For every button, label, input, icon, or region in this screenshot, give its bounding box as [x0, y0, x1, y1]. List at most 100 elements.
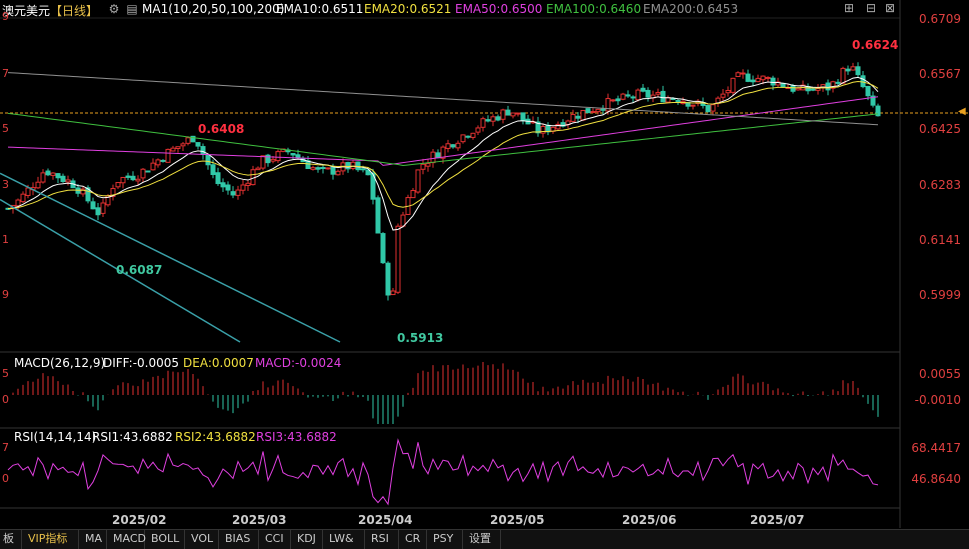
- candle-body: [45, 170, 51, 176]
- candle-body: [655, 92, 661, 95]
- left-tick: 7: [2, 67, 9, 80]
- ema50-label: EMA50:0.6500: [455, 2, 543, 16]
- high-annotation: 0.6624: [852, 38, 899, 52]
- candle-body: [310, 167, 316, 170]
- candle-body: [360, 168, 366, 171]
- candle-body: [855, 66, 861, 76]
- time-tick: 2025/04: [358, 513, 413, 527]
- candle-body: [350, 161, 356, 169]
- rsi-tick: 68.4417: [911, 441, 961, 455]
- candle-body: [515, 112, 521, 115]
- period-label[interactable]: 【日线】: [50, 2, 98, 19]
- candle-body: [100, 202, 106, 214]
- tab-psy[interactable]: PSY: [427, 530, 463, 549]
- candle-body: [375, 197, 381, 234]
- candle-body: [725, 90, 731, 94]
- candle-body: [485, 119, 491, 122]
- tab-macd[interactable]: MACD: [107, 530, 146, 549]
- tab-cci[interactable]: CCI: [259, 530, 291, 549]
- candle-body: [705, 105, 711, 113]
- candle-body: [210, 164, 216, 175]
- rsi-line: [7, 438, 879, 506]
- ema100-label: EMA100:0.6460: [546, 2, 642, 16]
- candle-body: [645, 89, 651, 98]
- candle-body: [145, 170, 151, 173]
- macd-left-tick: 5: [2, 367, 9, 380]
- left-tick: 9: [2, 10, 9, 23]
- candle-body: [385, 262, 391, 296]
- grid-icon[interactable]: ⊞: [843, 2, 855, 14]
- candle-body: [205, 154, 211, 166]
- candle-body: [840, 67, 846, 84]
- candle-body: [125, 175, 131, 178]
- candle-body: [335, 170, 341, 176]
- candle-body: [490, 116, 496, 122]
- candle-body: [505, 109, 511, 116]
- left-tick: 3: [2, 178, 9, 191]
- price-tick: 0.6283: [919, 178, 961, 192]
- candle-body: [290, 153, 296, 156]
- symbol-name: 澳元美元: [2, 4, 51, 18]
- candle-body: [815, 87, 821, 91]
- price-tick: 0.5999: [919, 288, 961, 302]
- tab-rsi[interactable]: RSI: [365, 530, 399, 549]
- time-tick: 2025/06: [622, 513, 677, 527]
- rsi1-value: RSI1:43.6882: [92, 430, 173, 444]
- candle-body: [740, 72, 746, 75]
- macd-tick: 0.0055: [919, 367, 961, 381]
- minimize-icon[interactable]: ⊟: [865, 2, 877, 14]
- candle-body: [625, 94, 631, 97]
- candle-body: [325, 167, 331, 170]
- price-tick: 0.6141: [919, 233, 961, 247]
- candle-body: [25, 187, 31, 196]
- tab-kdj[interactable]: KDJ: [291, 530, 323, 549]
- ma-indicator-icon[interactable]: ▤: [126, 3, 138, 15]
- candle-body: [590, 111, 596, 114]
- candle-body: [450, 144, 456, 148]
- rsi2-value: RSI2:43.6882: [175, 430, 256, 444]
- candle-body: [50, 172, 56, 176]
- macd-left-tick: 0: [2, 393, 9, 406]
- tab-cr[interactable]: CR: [399, 530, 427, 549]
- candle-body: [475, 127, 481, 133]
- macd-title: MACD(26,12,9): [14, 356, 106, 370]
- candle-body: [465, 135, 471, 138]
- candle-body: [770, 77, 776, 86]
- candle-body: [795, 87, 801, 91]
- candle-body: [710, 104, 716, 112]
- settings-icon[interactable]: ⚙: [108, 3, 120, 15]
- tab-bias[interactable]: BIAS: [219, 530, 259, 549]
- candle-body: [860, 75, 866, 88]
- tab-lw[interactable]: LW&: [323, 530, 365, 549]
- candle-body: [495, 116, 501, 121]
- tab-boll[interactable]: BOLL: [145, 530, 185, 549]
- candle-body: [275, 151, 281, 162]
- candle-body: [750, 79, 756, 83]
- candle-body: [170, 147, 176, 152]
- price-tick: 0.6709: [919, 12, 961, 26]
- macd-tick: -0.0010: [914, 393, 961, 407]
- ema20-label: EMA20:0.6521: [364, 2, 452, 16]
- candle-body: [235, 189, 241, 196]
- close-icon[interactable]: ⊠: [884, 2, 896, 14]
- candle-body: [115, 182, 121, 188]
- candle-body: [60, 175, 66, 183]
- tab-panel[interactable]: 板: [0, 530, 22, 549]
- candle-body: [380, 233, 386, 264]
- tab-ma[interactable]: MA: [79, 530, 107, 549]
- candle-body: [595, 108, 601, 113]
- candle-body: [635, 89, 641, 101]
- candle-body: [480, 118, 486, 128]
- ema10-label: EMA10:0.6511: [276, 2, 364, 16]
- candle-body: [810, 88, 816, 91]
- candle-body: [415, 169, 421, 193]
- tab-vol[interactable]: VOL: [185, 530, 219, 549]
- candle-body: [230, 191, 236, 196]
- tab-settings[interactable]: 设置: [463, 530, 501, 549]
- left-tick: 1: [2, 233, 9, 246]
- candle-body: [765, 76, 771, 79]
- candle-body: [500, 109, 506, 120]
- candle-body: [570, 113, 576, 122]
- candle-body: [745, 73, 751, 82]
- tab-vip[interactable]: VIP指标: [22, 530, 79, 549]
